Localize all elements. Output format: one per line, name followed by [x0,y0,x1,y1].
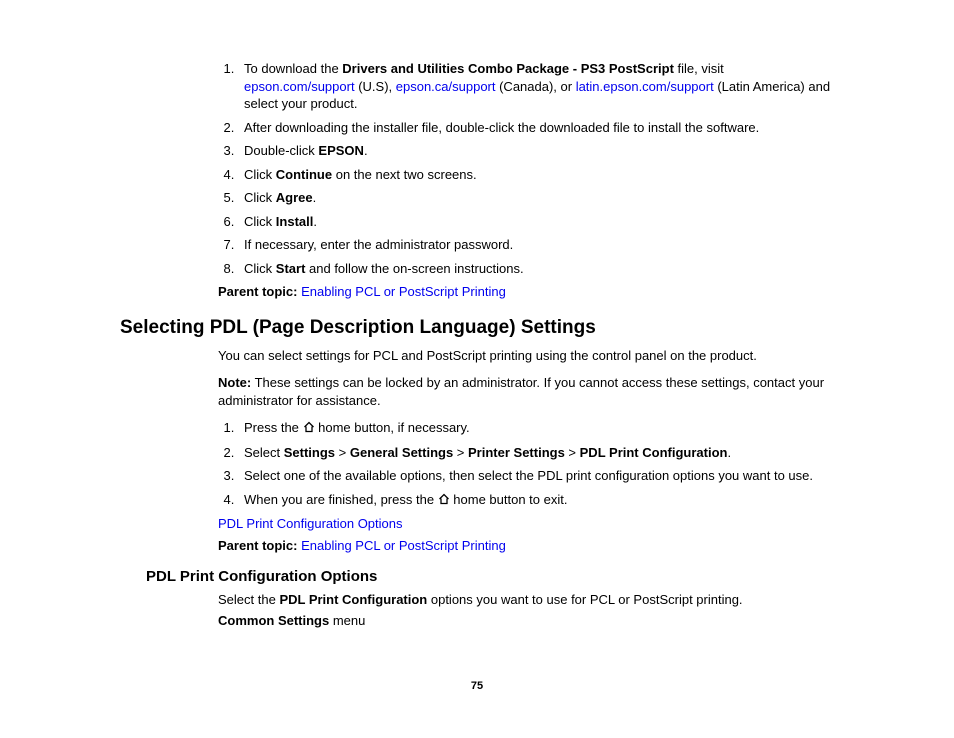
pdl-config-p1-a: Select the [218,592,279,607]
parent-topic-2-link[interactable]: Enabling PCL or PostScript Printing [301,538,506,553]
step-4-a: Click [244,167,276,182]
step-5: Click Agree. [238,189,834,207]
parent-topic-1: Parent topic: Enabling PCL or PostScript… [218,283,834,301]
step-7: If necessary, enter the administrator pa… [238,236,834,254]
step-6-b: Install [276,214,314,229]
pdl-step-2-sep2: > [453,445,468,460]
step-6-a: Click [244,214,276,229]
pdl-step-4: When you are finished, press the home bu… [238,491,834,510]
parent-topic-1-link[interactable]: Enabling PCL or PostScript Printing [301,284,506,299]
step-3-c: . [364,143,368,158]
parent-topic-2-label: Parent topic: [218,538,301,553]
pdl-links-block: PDL Print Configuration Options Parent t… [218,515,834,554]
link-pdl-config-options[interactable]: PDL Print Configuration Options [218,516,403,531]
parent-topic-1-label: Parent topic: [218,284,301,299]
home-icon [438,492,450,510]
link-epson-us[interactable]: epson.com/support [244,79,355,94]
step-8: Click Start and follow the on-screen ins… [238,260,834,278]
step-1-text-a: To download the [244,61,342,76]
heading-pdl-config-options: PDL Print Configuration Options [146,567,834,587]
pdl-steps-list: Press the home button, if necessary. Sel… [218,419,834,509]
pdl-config-p2-b: menu [329,613,365,628]
step-8-c: and follow the on-screen instructions. [305,261,523,276]
step-1-text-d: (U.S), [355,79,396,94]
pdl-step-4-a: When you are finished, press the [244,492,438,507]
step-5-a: Click [244,190,276,205]
pdl-step-2-sep1: > [335,445,350,460]
step-5-b: Agree [276,190,313,205]
link-epson-latin[interactable]: latin.epson.com/support [576,79,714,94]
pdl-config-p1: Select the PDL Print Configuration optio… [218,591,834,609]
step-8-a: Click [244,261,276,276]
step-8-b: Start [276,261,306,276]
step-4: Click Continue on the next two screens. [238,166,834,184]
pdl-step-2-e: PDL Print Configuration [580,445,728,460]
step-1-text-e: (Canada), or [495,79,575,94]
step-1-text-c: file, visit [674,61,724,76]
link-epson-ca[interactable]: epson.ca/support [396,79,496,94]
page-number: 75 [0,679,954,694]
pdl-step-2-c: General Settings [350,445,453,460]
pdl-step-2-a: Select [244,445,284,460]
pdl-note-label: Note: [218,375,251,390]
pdl-note: Note: These settings can be locked by an… [218,374,834,409]
pdl-step-2: Select Settings > General Settings > Pri… [238,444,834,462]
pdl-step-1-a: Press the [244,420,303,435]
pdl-step-2-f: . [727,445,731,460]
pdl-config-p1-b: PDL Print Configuration [279,592,427,607]
heading-selecting-pdl: Selecting PDL (Page Description Language… [120,315,834,341]
step-4-b: Continue [276,167,332,182]
step-1-bold: Drivers and Utilities Combo Package - PS… [342,61,674,76]
step-5-c: . [313,190,317,205]
pdl-step-1-b: home button, if necessary. [315,420,470,435]
step-4-c: on the next two screens. [332,167,477,182]
step-3-a: Double-click [244,143,318,158]
pdl-config-p2: Common Settings menu [218,612,834,630]
pdl-step-2-d: Printer Settings [468,445,565,460]
home-icon [303,420,315,438]
pdl-intro: You can select settings for PCL and Post… [218,347,834,365]
pdl-note-text: These settings can be locked by an admin… [218,375,824,408]
pdl-config-p2-a: Common Settings [218,613,329,628]
step-2: After downloading the installer file, do… [238,119,834,137]
pdl-step-2-sep3: > [565,445,580,460]
pdl-step-1: Press the home button, if necessary. [238,419,834,438]
pdl-step-4-b: home button to exit. [450,492,568,507]
step-6: Click Install. [238,213,834,231]
pdl-config-p1-c: options you want to use for PCL or PostS… [427,592,742,607]
step-3-b: EPSON [318,143,364,158]
pdl-step-3: Select one of the available options, the… [238,467,834,485]
pdl-step-2-b: Settings [284,445,335,460]
step-3: Double-click EPSON. [238,142,834,160]
install-steps-list: To download the Drivers and Utilities Co… [218,60,834,277]
parent-topic-2: Parent topic: Enabling PCL or PostScript… [218,537,834,555]
step-1: To download the Drivers and Utilities Co… [238,60,834,113]
step-6-c: . [313,214,317,229]
